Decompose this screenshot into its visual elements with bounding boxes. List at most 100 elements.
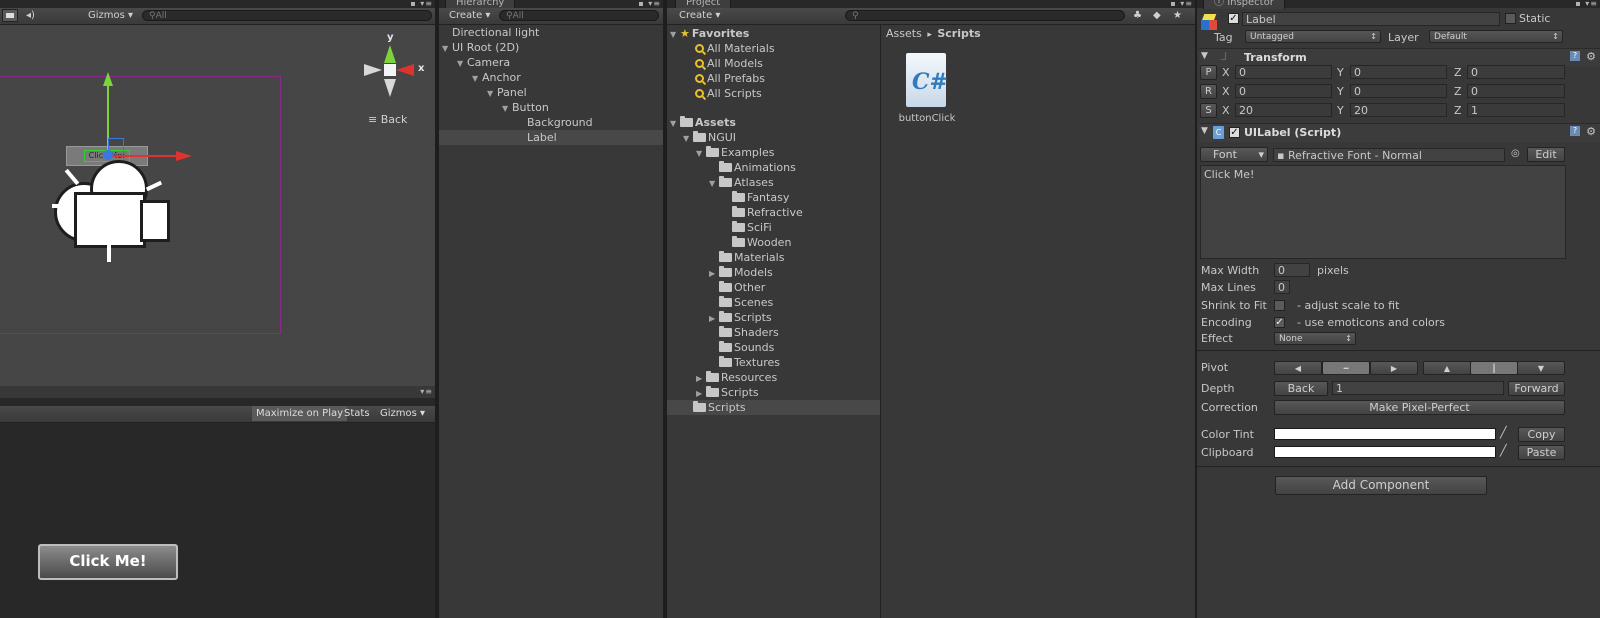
pivot-center-button[interactable]: ━ [1322, 361, 1370, 375]
component-settings-gear-icon[interactable]: ⚙ [1586, 50, 1596, 63]
breadcrumb-current[interactable]: Scripts [937, 27, 980, 40]
max-width-field[interactable]: 0 [1274, 263, 1310, 277]
pivot-bottom-button[interactable]: ▼ [1517, 361, 1565, 375]
move-gizmo-x-arrow-icon[interactable] [176, 151, 192, 161]
favorite-item[interactable]: All Scripts [695, 86, 762, 101]
hierarchy-item[interactable]: ▼ Button [439, 100, 663, 115]
project-folder-item[interactable]: Fantasy [667, 190, 880, 205]
inspector-tab[interactable]: ⓘ Inspector [1203, 0, 1285, 9]
uilabel-enabled-checkbox[interactable]: ✓ [1229, 127, 1240, 138]
move-gizmo-x-axis[interactable] [108, 155, 178, 157]
label-text-area[interactable]: Click Me! [1200, 165, 1566, 259]
encoding-checkbox[interactable]: ✓ [1274, 317, 1285, 328]
panel-menu-icon[interactable]: ▪ ▾≡ [1170, 0, 1193, 8]
filter-by-label-icon[interactable]: ◆ [1153, 10, 1161, 21]
game-gizmos-dropdown[interactable]: Gizmos ▾ [380, 406, 425, 421]
favorite-item[interactable]: All Models [695, 56, 763, 71]
max-lines-field[interactable]: 0 [1274, 280, 1290, 294]
panel-menu-icon[interactable]: ▾≡ [420, 388, 433, 396]
component-help-icon[interactable]: ? [1570, 51, 1580, 61]
expand-arrow-icon[interactable]: ▼ [709, 176, 719, 191]
project-folder-item[interactable]: Sounds [667, 340, 880, 355]
copy-color-button[interactable]: Copy [1518, 427, 1565, 442]
depth-field[interactable]: 1 [1332, 381, 1504, 395]
hierarchy-item[interactable]: ▼ UI Root (2D) [439, 40, 663, 55]
shrink-to-fit-checkbox[interactable] [1274, 300, 1285, 311]
project-folder-item[interactable]: Materials [667, 250, 880, 265]
back-view-label[interactable]: ≡ Back [368, 113, 407, 126]
gizmos-dropdown[interactable]: Gizmos ▾ [88, 10, 133, 21]
hierarchy-item[interactable]: Background [439, 115, 663, 130]
orientation-x-cone-icon[interactable] [396, 64, 414, 76]
collapse-arrow-icon[interactable]: ▶ [696, 371, 706, 386]
hierarchy-item[interactable]: ▼ Panel [439, 85, 663, 100]
transform-x-field[interactable]: 20 [1235, 103, 1332, 117]
transform-z-field[interactable]: 1 [1467, 103, 1565, 117]
orientation-center-cube[interactable] [384, 64, 396, 76]
panel-menu-icon[interactable]: ▪ ▾≡ [638, 0, 661, 8]
expand-arrow-icon[interactable]: ▼ [457, 56, 467, 71]
favorite-item[interactable]: All Materials [695, 41, 775, 56]
project-folder-item[interactable]: ▼ NGUI [667, 130, 880, 145]
project-folder-item[interactable]: Refractive [667, 205, 880, 220]
script-asset[interactable]: C# buttonClick [897, 53, 957, 128]
project-folder-item[interactable]: Wooden [667, 235, 880, 250]
uilabel-header[interactable]: ▼ C ✓ UILabel (Script) ? ⚙ [1199, 123, 1600, 142]
font-object-field[interactable]: ▪ Refractive Font - Normal [1273, 148, 1505, 162]
clipboard-swatch[interactable] [1274, 446, 1496, 458]
hierarchy-item[interactable]: Directional light [439, 25, 663, 40]
pivot-top-button[interactable]: ▲ [1423, 361, 1471, 375]
depth-back-button[interactable]: Back [1274, 381, 1328, 396]
project-folder-item[interactable]: ▶ Models [667, 265, 880, 280]
project-folder-item[interactable]: SciFi [667, 220, 880, 235]
hierarchy-item[interactable]: ▼ Camera [439, 55, 663, 70]
expand-arrow-icon[interactable]: ▼ [696, 146, 706, 161]
object-picker-icon[interactable]: ◎ [1511, 148, 1520, 159]
project-folder-item[interactable]: ▶ Resources [667, 370, 880, 385]
hierarchy-search-input[interactable]: ⚲All [499, 10, 659, 21]
paste-color-button[interactable]: Paste [1518, 445, 1565, 460]
move-gizmo-center-handle[interactable] [103, 150, 113, 160]
font-type-button[interactable]: Font ▾ [1200, 147, 1268, 162]
pivot-left-button[interactable]: ◀ [1274, 361, 1322, 375]
orientation-neg-x-cone-icon[interactable] [364, 64, 382, 76]
project-create-dropdown[interactable]: Create ▾ [679, 10, 720, 21]
tag-dropdown[interactable]: Untagged [1245, 30, 1381, 43]
layer-dropdown[interactable]: Default [1429, 30, 1563, 43]
expand-arrow-icon[interactable]: ▼ [670, 27, 680, 42]
project-folder-item[interactable]: Scripts [667, 400, 880, 415]
transform-y-field[interactable]: 0 [1350, 65, 1447, 79]
component-settings-gear-icon[interactable]: ⚙ [1586, 125, 1596, 138]
transform-reset-button[interactable]: P [1200, 65, 1217, 80]
component-help-icon[interactable]: ? [1570, 126, 1580, 136]
foldout-arrow-icon[interactable]: ▼ [1201, 126, 1208, 136]
favorites-header[interactable]: ▼ ★ Favorites [667, 26, 749, 41]
favorite-item[interactable]: All Prefabs [695, 71, 765, 86]
project-folder-item[interactable]: Shaders [667, 325, 880, 340]
transform-y-field[interactable]: 20 [1350, 103, 1447, 117]
move-gizmo-y-arrow-icon[interactable] [103, 72, 113, 86]
transform-reset-button[interactable]: R [1200, 84, 1217, 99]
orientation-neg-y-cone-icon[interactable] [384, 79, 396, 97]
foldout-arrow-icon[interactable]: ▼ [1201, 51, 1208, 61]
camera-icon[interactable] [52, 160, 170, 262]
hierarchy-create-dropdown[interactable]: Create ▾ [449, 10, 490, 21]
eyedropper-icon[interactable]: ╱ [1500, 426, 1507, 439]
hierarchy-item[interactable]: ▼ Anchor [439, 70, 663, 85]
favorite-star-icon[interactable]: ★ [1173, 10, 1182, 21]
transform-z-field[interactable]: 0 [1467, 84, 1565, 98]
expand-arrow-icon[interactable]: ▼ [683, 131, 693, 146]
assets-header[interactable]: ▼ Assets [667, 115, 736, 130]
depth-forward-button[interactable]: Forward [1508, 381, 1565, 396]
gameobject-name-field[interactable]: Label [1242, 12, 1500, 26]
add-component-button[interactable]: Add Component [1275, 476, 1487, 495]
collapse-arrow-icon[interactable]: ▶ [696, 386, 706, 401]
panel-menu-icon[interactable]: ▪ ▾≡ [1575, 0, 1598, 8]
expand-arrow-icon[interactable]: ▼ [502, 101, 512, 116]
orientation-y-cone-icon[interactable] [384, 45, 396, 63]
project-folder-item[interactable]: ▼ Atlases [667, 175, 880, 190]
project-folder-item[interactable]: Scenes [667, 295, 880, 310]
collapse-arrow-icon[interactable]: ▶ [709, 266, 719, 281]
expand-arrow-icon[interactable]: ▼ [487, 86, 497, 101]
static-checkbox[interactable] [1505, 13, 1516, 24]
